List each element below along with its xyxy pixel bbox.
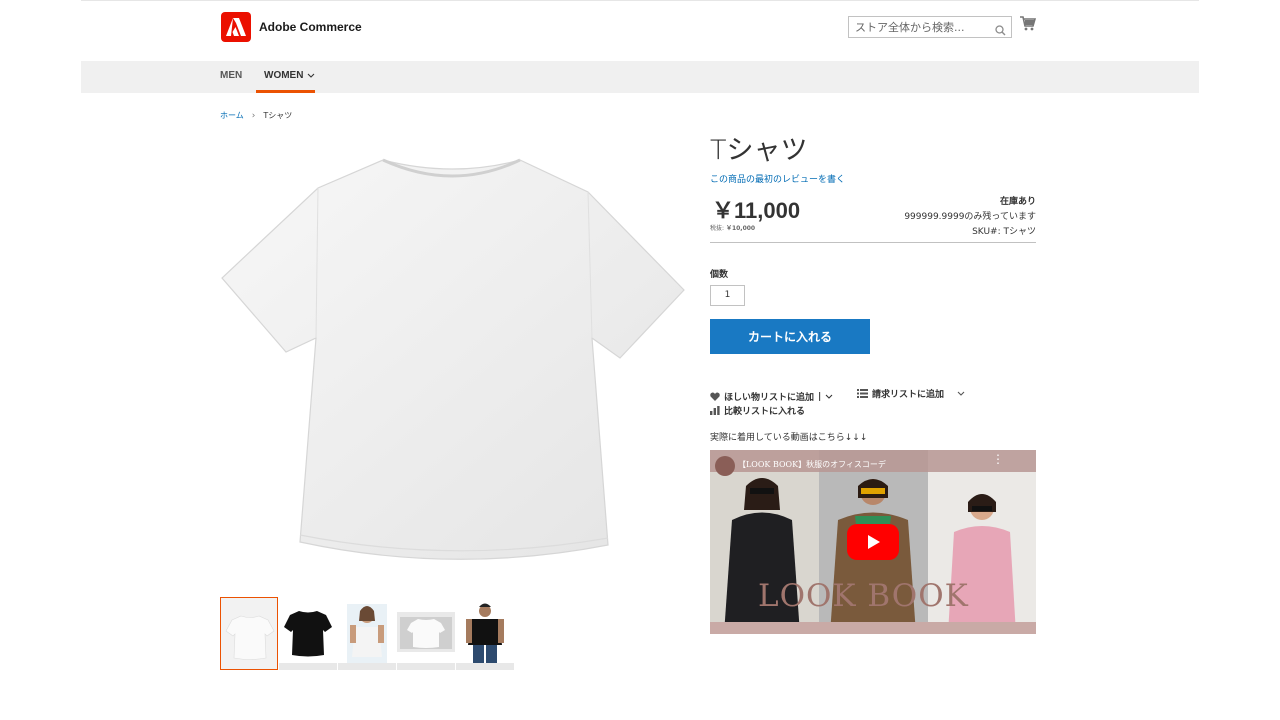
bar-chart-icon bbox=[710, 406, 720, 415]
sku-label: SKU#: bbox=[972, 227, 1001, 237]
chevron-down-icon[interactable] bbox=[825, 394, 833, 400]
search-input[interactable] bbox=[849, 17, 989, 37]
video-title[interactable]: 【LOOK BOOK】秋服のオフィスコーデ bbox=[738, 459, 886, 470]
video-brand-text: LOOK BOOK bbox=[758, 578, 969, 614]
write-review-link[interactable]: この商品の最初のレビューを書く bbox=[710, 172, 845, 185]
price-excl-value: ￥10,000 bbox=[725, 225, 756, 232]
nav-item-women[interactable]: WOMEN bbox=[264, 70, 315, 81]
breadcrumb: ホーム › Tシャツ bbox=[220, 110, 292, 121]
play-icon bbox=[868, 535, 880, 549]
breadcrumb-home[interactable]: ホーム bbox=[220, 110, 244, 121]
price-divider bbox=[710, 242, 1036, 243]
requisition-label: 請求リストに追加 bbox=[872, 390, 945, 400]
nav-active-indicator bbox=[256, 90, 315, 93]
video-note: 実際に着用している動画はこちら↓↓↓ bbox=[710, 433, 868, 443]
play-button[interactable] bbox=[847, 524, 899, 560]
add-to-compare-link[interactable]: 比較リストに入れる bbox=[710, 404, 805, 417]
cart-icon[interactable] bbox=[1020, 16, 1037, 35]
sku-value: Tシャツ bbox=[1003, 227, 1037, 237]
nav-item-women-label: WOMEN bbox=[264, 70, 304, 81]
navigation-bar: MEN WOMEN bbox=[81, 61, 1199, 93]
add-to-requisition-list[interactable]: 請求リストに追加 bbox=[857, 387, 966, 400]
embedded-video[interactable]: 【LOOK BOOK】秋服のオフィスコーデ ⋮ LOOK BOOK bbox=[710, 450, 1036, 634]
quantity-input[interactable]: 1 bbox=[710, 285, 745, 306]
thumbnail-black-tshirt[interactable] bbox=[279, 597, 337, 670]
thumbnail-model-white-tshirt[interactable] bbox=[338, 597, 396, 670]
add-to-wishlist-link[interactable]: ほしい物リストに追加 | bbox=[710, 390, 833, 403]
channel-avatar[interactable] bbox=[715, 456, 735, 476]
stock-status: 在庫あり bbox=[999, 197, 1036, 207]
logo[interactable]: Adobe Commerce bbox=[221, 12, 362, 42]
heart-icon bbox=[710, 392, 720, 401]
search-icon[interactable] bbox=[995, 21, 1006, 40]
wishlist-label: ほしい物リストに追加 bbox=[724, 393, 815, 403]
thumbnail-white-tshirt-table[interactable] bbox=[397, 597, 455, 670]
logo-text: Adobe Commerce bbox=[259, 20, 362, 34]
add-to-cart-button[interactable]: カートに入れる bbox=[710, 319, 870, 354]
stock-info: 在庫あり 999999.9999のみ残っています SKU#: Tシャツ bbox=[904, 195, 1036, 240]
chevron-down-icon[interactable] bbox=[954, 391, 966, 397]
quantity-label: 個数 bbox=[710, 270, 729, 280]
thumbnail-model-black-tshirt[interactable] bbox=[456, 597, 514, 670]
nav-item-men[interactable]: MEN bbox=[220, 70, 242, 81]
adobe-logo-icon bbox=[221, 12, 251, 42]
price-excluding-tax: 税抜: ￥10,000 bbox=[710, 223, 755, 232]
search-box bbox=[848, 16, 1012, 38]
stock-remaining: 999999.9999のみ残っています bbox=[904, 212, 1036, 222]
product-price: ￥11,000 bbox=[712, 198, 801, 223]
chevron-right-icon: › bbox=[251, 110, 256, 121]
product-main-image[interactable] bbox=[220, 140, 686, 580]
compare-label: 比較リストに入れる bbox=[724, 407, 806, 417]
chevron-down-icon bbox=[308, 73, 315, 78]
thumbnail-white-tshirt[interactable] bbox=[220, 597, 278, 670]
list-icon bbox=[857, 389, 868, 398]
product-title: Tシャツ bbox=[710, 135, 808, 166]
more-vertical-icon[interactable]: ⋮ bbox=[992, 453, 1004, 465]
breadcrumb-current: Tシャツ bbox=[263, 111, 293, 120]
thumbnail-strip bbox=[220, 597, 514, 670]
sku: SKU#: Tシャツ bbox=[904, 225, 1036, 240]
price-excl-label: 税抜: bbox=[710, 225, 725, 232]
wishlist-separator: | bbox=[818, 391, 822, 402]
